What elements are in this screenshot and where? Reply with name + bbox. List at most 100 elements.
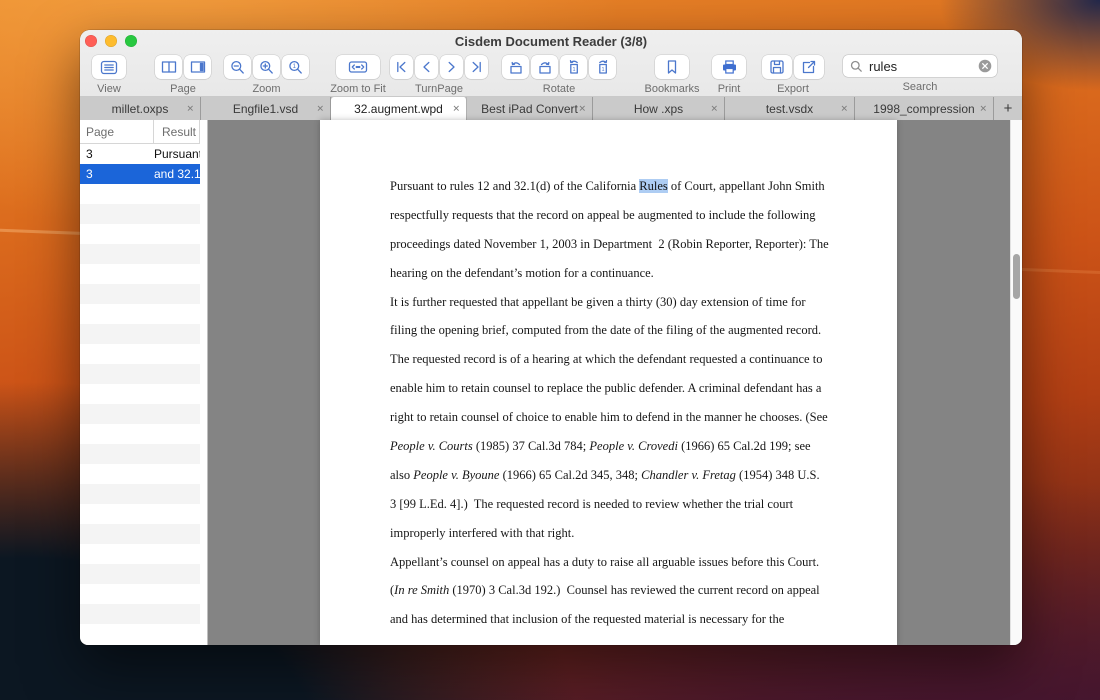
next-page-button[interactable] bbox=[440, 55, 463, 79]
toolbar-group-turnpage: TurnPage bbox=[390, 55, 488, 95]
tab-close-icon[interactable]: ✕ bbox=[452, 104, 460, 113]
search-hit-highlight: Rules bbox=[639, 179, 667, 193]
empty-row bbox=[80, 364, 200, 384]
document-tab[interactable]: test.vsdx ✕ bbox=[725, 97, 855, 120]
last-page-button[interactable] bbox=[465, 55, 488, 79]
document-line: proceedings dated November 1, 2003 in De… bbox=[390, 230, 897, 259]
column-header-page[interactable]: Page bbox=[80, 120, 154, 143]
group-label-turnpage: TurnPage bbox=[415, 83, 463, 95]
empty-row bbox=[80, 504, 200, 524]
zoom-in-button[interactable] bbox=[253, 55, 280, 79]
document-tab[interactable]: 1998_compression ✕ bbox=[855, 97, 994, 120]
tab-close-icon[interactable]: ✕ bbox=[710, 104, 718, 113]
document-line: (In re Smith (1970) 3 Cal.3d 192.) Couns… bbox=[390, 576, 897, 605]
tab-close-icon[interactable]: ✕ bbox=[186, 104, 194, 113]
tab-close-icon[interactable]: ✕ bbox=[840, 104, 848, 113]
empty-row bbox=[80, 524, 200, 544]
vertical-scrollbar[interactable] bbox=[1010, 120, 1022, 645]
empty-row bbox=[80, 224, 200, 244]
vertical-scrollbar-thumb[interactable] bbox=[1013, 254, 1020, 299]
rotate-page-left-button[interactable]: 1 bbox=[560, 55, 587, 79]
view-list-icon bbox=[100, 60, 118, 75]
document-text: Pursuant to rules 12 and 32.1(d) of the … bbox=[320, 120, 897, 634]
document-line: The requested record is of a hearing at … bbox=[390, 345, 897, 374]
previous-page-button[interactable] bbox=[415, 55, 438, 79]
empty-row bbox=[80, 424, 200, 444]
clear-search-icon[interactable] bbox=[978, 59, 992, 73]
document-tab[interactable]: millet.oxps✕ bbox=[80, 97, 201, 120]
zoom-out-icon bbox=[230, 60, 245, 75]
search-input[interactable] bbox=[867, 58, 979, 75]
group-label-bookmarks: Bookmarks bbox=[644, 83, 699, 95]
two-page-view-button[interactable] bbox=[155, 55, 182, 79]
empty-row bbox=[80, 344, 200, 364]
empty-row bbox=[80, 484, 200, 504]
tab-close-icon[interactable]: ✕ bbox=[578, 104, 586, 113]
rotate-left-icon bbox=[508, 60, 524, 75]
two-page-icon bbox=[161, 60, 177, 74]
single-page-view-button[interactable] bbox=[184, 55, 211, 79]
group-label-export: Export bbox=[777, 83, 809, 95]
print-button[interactable] bbox=[712, 55, 746, 79]
search-field[interactable] bbox=[843, 55, 997, 77]
tab-label: test.vsdx bbox=[766, 102, 813, 116]
zoom-to-fit-button[interactable] bbox=[336, 55, 380, 79]
toolbar-group-print: Print bbox=[704, 55, 754, 95]
empty-row bbox=[80, 284, 200, 304]
toolbar-group-view: View bbox=[86, 55, 132, 95]
zoom-in-icon bbox=[259, 60, 274, 75]
tab-close-icon[interactable]: ✕ bbox=[316, 104, 324, 113]
toolbar-group-export: Export bbox=[762, 55, 824, 95]
result-page-cell: 3 bbox=[80, 147, 154, 161]
new-tab-button[interactable]: + bbox=[994, 97, 1022, 120]
view-button[interactable] bbox=[92, 55, 126, 79]
document-line: hearing on the defendant’s motion for a … bbox=[390, 259, 897, 288]
search-result-row[interactable]: 3Pursuant… bbox=[80, 144, 200, 164]
toolbar-group-zoom: 1 Zoom bbox=[224, 55, 309, 95]
toolbar-group-bookmarks: Bookmarks bbox=[640, 55, 704, 95]
first-page-button[interactable] bbox=[390, 55, 413, 79]
rotate-page-right-button[interactable]: 1 bbox=[589, 55, 616, 79]
tab-close-icon[interactable]: ✕ bbox=[979, 104, 987, 113]
group-label-print: Print bbox=[718, 83, 741, 95]
rotate-left-button[interactable] bbox=[502, 55, 529, 79]
result-text-cell: and 32.1… bbox=[154, 167, 200, 181]
zoom-actual-size-button[interactable]: 1 bbox=[282, 55, 309, 79]
document-tab[interactable]: Engfile1.vsd✕ bbox=[201, 97, 331, 120]
group-label-view: View bbox=[97, 83, 121, 95]
document-tab[interactable]: 32.augment.wpd✕ bbox=[331, 97, 467, 120]
document-line: Appellant’s counsel on appeal has a duty… bbox=[390, 548, 897, 577]
tab-label: 1998_compression bbox=[873, 102, 974, 116]
zoom-out-button[interactable] bbox=[224, 55, 251, 79]
svg-text:1: 1 bbox=[293, 64, 297, 70]
zoom-actual-icon: 1 bbox=[288, 60, 303, 75]
document-tab-bar: millet.oxps✕Engfile1.vsd✕32.augment.wpd✕… bbox=[80, 97, 1022, 120]
fit-width-icon bbox=[348, 60, 368, 74]
document-page: Pursuant to rules 12 and 32.1(d) of the … bbox=[320, 120, 897, 645]
document-line: People v. Courts (1985) 37 Cal.3d 784; P… bbox=[390, 432, 897, 461]
empty-row bbox=[80, 264, 200, 284]
bookmarks-button[interactable] bbox=[655, 55, 689, 79]
titlebar-toolbar: Cisdem Document Reader (3/8) View bbox=[80, 30, 1022, 97]
document-tab[interactable]: How .xps✕ bbox=[593, 97, 725, 120]
rotate-right-button[interactable] bbox=[531, 55, 558, 79]
document-tab[interactable]: Best iPad Convert✕ bbox=[467, 97, 593, 120]
group-label-zoom-to-fit: Zoom to Fit bbox=[330, 83, 386, 95]
rotate-page-right-icon: 1 bbox=[595, 59, 611, 75]
search-icon bbox=[850, 60, 863, 73]
document-line: right to retain counsel of choice to ena… bbox=[390, 403, 897, 432]
group-label-rotate: Rotate bbox=[543, 83, 575, 95]
document-line: respectfully requests that the record on… bbox=[390, 201, 897, 230]
document-line: 3 [99 L.Ed. 4].) The requested record is… bbox=[390, 490, 897, 519]
toolbar-group-search: Search bbox=[843, 55, 997, 93]
svg-text:1: 1 bbox=[572, 67, 575, 73]
column-header-result[interactable]: Result bbox=[154, 120, 199, 143]
results-table-body: 3Pursuant…3and 32.1… bbox=[80, 144, 200, 644]
save-button[interactable] bbox=[762, 55, 792, 79]
next-page-icon bbox=[445, 60, 458, 74]
search-result-row[interactable]: 3and 32.1… bbox=[80, 164, 200, 184]
document-line: also People v. Byoune (1966) 65 Cal.2d 3… bbox=[390, 461, 897, 490]
last-page-icon bbox=[470, 60, 483, 74]
export-button[interactable] bbox=[794, 55, 824, 79]
content-area: Page Result 3Pursuant…3and 32.1… Pursuan… bbox=[80, 120, 1022, 645]
